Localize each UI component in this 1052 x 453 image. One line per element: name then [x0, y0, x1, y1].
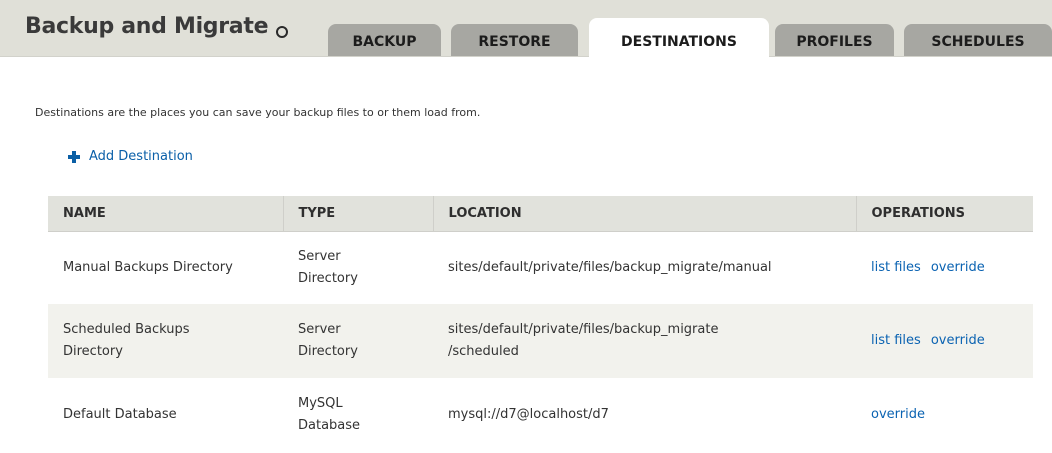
- tab-schedules[interactable]: SCHEDULES: [904, 24, 1052, 56]
- tab-profiles[interactable]: PROFILES: [775, 24, 894, 56]
- destination-type-line: Directory: [298, 344, 358, 359]
- destination-location: mysql://d7@localhost/d7: [448, 406, 609, 422]
- override-link[interactable]: override: [871, 407, 925, 422]
- column-header-type[interactable]: TYPE: [282, 196, 433, 232]
- page-description: Destinations are the places you can save…: [35, 106, 481, 119]
- tab-restore[interactable]: RESTORE: [451, 24, 578, 56]
- tab-destinations[interactable]: DESTINATIONS: [589, 18, 769, 57]
- list-files-link[interactable]: list files: [871, 260, 921, 275]
- plus-icon: [68, 150, 80, 163]
- destination-name-line: Scheduled Backups: [63, 322, 190, 337]
- table-row: Manual Backups Directory Server Director…: [48, 231, 1033, 304]
- destination-type-line: Server: [298, 248, 341, 264]
- destination-location: sites/default/private/files/backup_migra…: [448, 259, 772, 275]
- destination-name: Manual Backups Directory: [63, 259, 233, 275]
- gear-icon[interactable]: [276, 26, 288, 38]
- destination-type: MySQL Database: [283, 378, 433, 451]
- destination-operations: list files override: [856, 231, 1033, 304]
- column-header-name[interactable]: NAME: [48, 196, 283, 232]
- destination-type: Server Directory: [283, 231, 433, 304]
- table-row: Scheduled Backups Directory Server Direc…: [48, 304, 1033, 378]
- destination-location-line: sites/default/private/files/backup_migra…: [448, 322, 719, 337]
- destination-type-line: MySQL: [298, 395, 343, 411]
- page-header: Backup and Migrate BACKUP RESTORE DESTIN…: [0, 0, 1052, 57]
- destination-location: sites/default/private/files/backup_migra…: [433, 304, 856, 378]
- column-header-operations: OPERATIONS: [855, 196, 1033, 232]
- override-link[interactable]: override: [931, 260, 985, 275]
- destination-name: Scheduled Backups Directory: [48, 304, 283, 378]
- add-destination-label: Add Destination: [89, 149, 193, 164]
- destination-type-line: Directory: [298, 270, 358, 286]
- destination-name: Default Database: [63, 406, 177, 422]
- tab-backup[interactable]: BACKUP: [328, 24, 441, 56]
- override-link[interactable]: override: [931, 333, 985, 348]
- destination-name-line: Directory: [63, 344, 123, 359]
- add-destination-link[interactable]: Add Destination: [68, 149, 193, 164]
- destination-type: Server Directory: [283, 304, 433, 378]
- column-header-location[interactable]: LOCATION: [432, 196, 856, 232]
- table-header-row: NAME TYPE LOCATION OPERATIONS: [48, 196, 1033, 232]
- destination-type-line: Database: [298, 417, 361, 433]
- destination-operations: override: [856, 378, 1033, 451]
- table-row: Default Database MySQL Database mysql://…: [48, 378, 1033, 451]
- page-title: Backup and Migrate: [25, 14, 269, 39]
- destination-location-line: /scheduled: [448, 344, 519, 359]
- list-files-link[interactable]: list files: [871, 333, 921, 348]
- destination-type-line: Server: [298, 322, 341, 337]
- destinations-table: NAME TYPE LOCATION OPERATIONS Manual Bac…: [48, 196, 1033, 451]
- destination-operations: list files override: [856, 304, 1033, 378]
